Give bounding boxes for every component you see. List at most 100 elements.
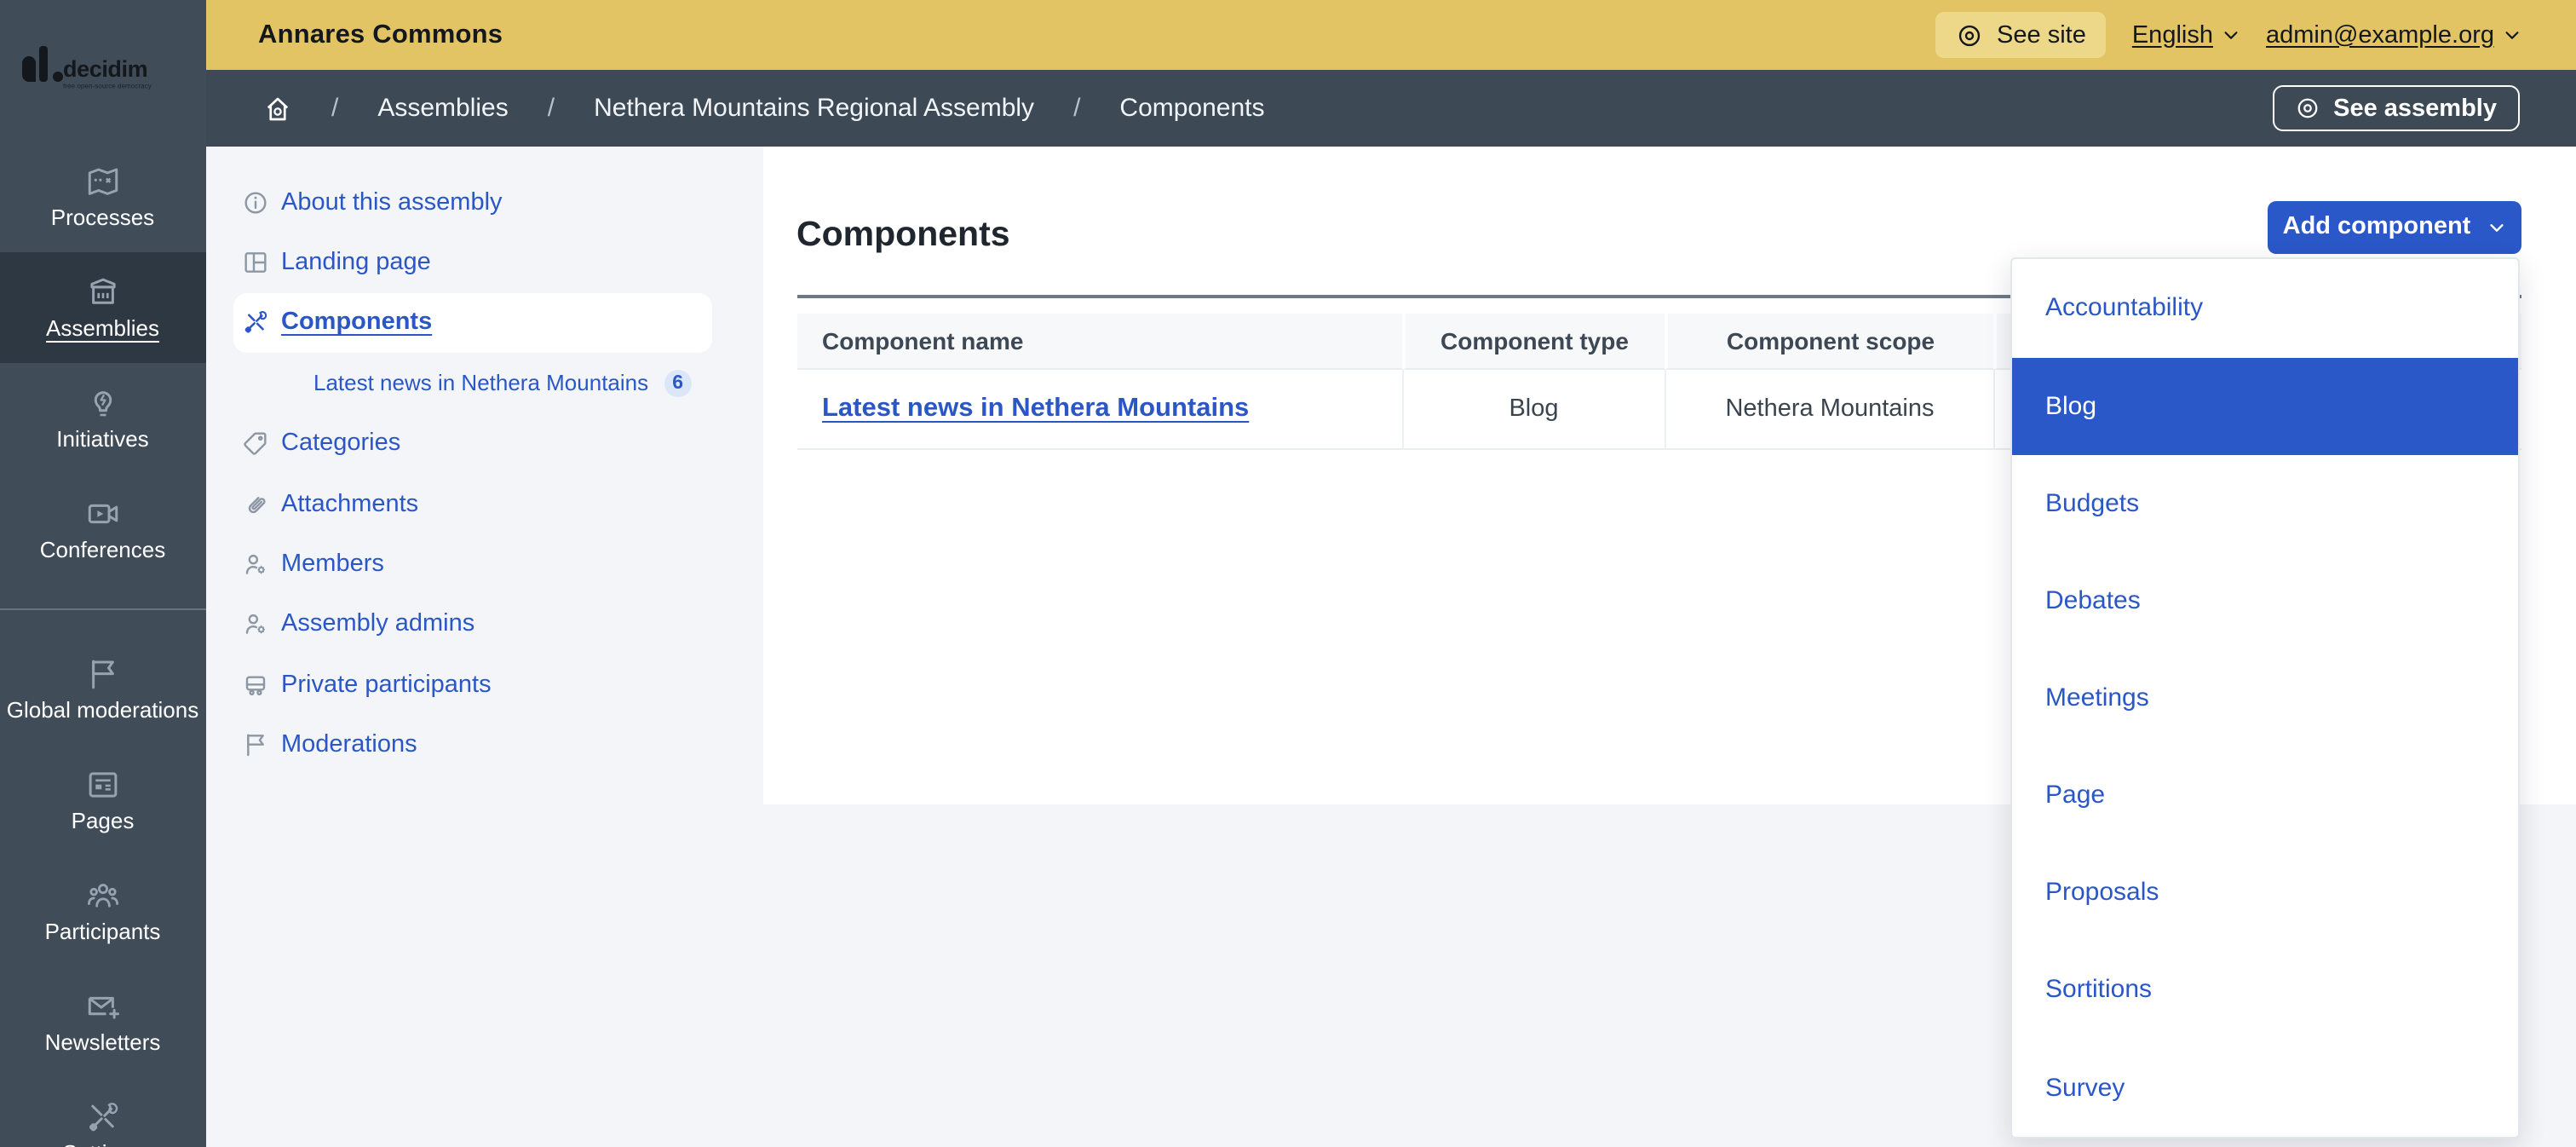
menu-option-debates[interactable]: Debates xyxy=(2012,552,2518,649)
sidebar-item-initiatives[interactable]: Initiatives xyxy=(0,363,205,474)
account-label: admin@example.org xyxy=(2266,21,2494,49)
menu-item-label: Moderations xyxy=(281,731,417,758)
menu-item-members[interactable]: Members xyxy=(233,534,712,595)
see-assembly-button[interactable]: See assembly xyxy=(2272,85,2519,131)
chevron-down-icon xyxy=(2503,26,2521,44)
sidebar-item-label: Newsletters xyxy=(42,1031,164,1055)
sidebar-item-participants[interactable]: Participants xyxy=(0,856,205,966)
menu-item-landing-page[interactable]: Landing page xyxy=(233,233,712,293)
sidebar-item-label: Assemblies xyxy=(43,317,163,341)
bus-icon xyxy=(242,671,269,699)
article-icon xyxy=(85,767,121,803)
table-row-type-cell: Blog xyxy=(1401,369,1665,449)
flag-icon xyxy=(242,731,269,758)
sidebar-item-pages[interactable]: Pages xyxy=(0,745,205,856)
menu-item-about-assembly[interactable]: About this assembly xyxy=(233,172,712,233)
table-row-scope-cell: Nethera Mountains xyxy=(1665,369,1993,449)
eye-icon xyxy=(1956,21,1983,49)
admin-sidebar: decidim free open-source democracy Proce… xyxy=(0,0,205,1147)
menu-item-label: Private participants xyxy=(281,671,492,699)
sidebar-item-settings[interactable]: Settings xyxy=(0,1077,205,1147)
menu-item-label: Landing page xyxy=(281,249,431,276)
table-row-name-cell: Latest news in Nethera Mountains xyxy=(796,369,1401,449)
see-site-button[interactable]: See site xyxy=(1935,12,2107,58)
info-icon xyxy=(242,188,269,216)
breadcrumb-item-assembly-name[interactable]: Nethera Mountains Regional Assembly xyxy=(594,94,1034,123)
sidebar-divider xyxy=(0,585,205,634)
sidebar-item-processes[interactable]: Processes xyxy=(0,141,205,252)
breadcrumb-separator: / xyxy=(548,94,555,123)
sidebar-item-label: Settings xyxy=(60,1142,147,1147)
column-header-type: Component type xyxy=(1401,314,1665,369)
count-badge: 6 xyxy=(664,370,692,397)
column-header-scope: Component scope xyxy=(1665,314,1993,369)
map-icon xyxy=(85,164,121,199)
menu-option-accountability[interactable]: Accountability xyxy=(2012,260,2518,357)
sidebar-item-assemblies[interactable]: Assemblies xyxy=(0,252,205,363)
account-menu[interactable]: admin@example.org xyxy=(2266,21,2521,49)
menu-item-label: Members xyxy=(281,550,384,578)
menu-option-proposals[interactable]: Proposals xyxy=(2012,844,2518,941)
bank-icon xyxy=(85,274,121,310)
add-component-button[interactable]: Add component xyxy=(2268,201,2521,253)
menu-item-label: Categories xyxy=(281,430,400,458)
breadcrumb-item-assemblies[interactable]: Assemblies xyxy=(377,94,508,123)
sidebar-item-newsletters[interactable]: Newsletters xyxy=(0,966,205,1077)
home-icon[interactable] xyxy=(262,93,292,124)
menu-item-assembly-admins[interactable]: Assembly admins xyxy=(233,594,712,654)
topbar-actions: See site English admin@example.org xyxy=(1935,12,2521,58)
breadcrumb-bar: / Assemblies / Nethera Mountains Regiona… xyxy=(205,70,2576,147)
breadcrumb-item-components[interactable]: Components xyxy=(1119,94,1264,123)
team-icon xyxy=(85,878,121,914)
menu-option-budgets[interactable]: Budgets xyxy=(2012,454,2518,551)
chevron-down-icon xyxy=(2222,26,2240,44)
add-component-label: Add component xyxy=(2283,214,2471,241)
menu-option-survey[interactable]: Survey xyxy=(2012,1039,2518,1136)
menu-option-blog[interactable]: Blog xyxy=(2012,357,2518,454)
breadcrumb-separator: / xyxy=(331,94,338,123)
decidim-wordmark: decidim xyxy=(63,56,147,82)
sidebar-item-label: Pages xyxy=(68,810,138,833)
sidebar-item-conferences[interactable]: Conferences xyxy=(0,474,205,585)
sidebar-item-label: Processes xyxy=(48,206,158,230)
menu-item-components[interactable]: Components xyxy=(233,293,712,354)
site-name: Annares Commons xyxy=(258,20,503,50)
decidim-admin-app: decidim free open-source democracy Proce… xyxy=(0,0,2576,1147)
layout-grid-icon xyxy=(242,249,269,276)
admin-topbar: Annares Commons See site English admin@e… xyxy=(205,0,2576,70)
component-link[interactable]: Latest news in Nethera Mountains xyxy=(822,393,1249,424)
menu-item-private-participants[interactable]: Private participants xyxy=(233,654,712,715)
add-component-menu: Accountability Blog Budgets Debates Meet… xyxy=(2010,258,2520,1138)
breadcrumb: / Assemblies / Nethera Mountains Regiona… xyxy=(262,93,1265,124)
decidim-logo[interactable]: decidim free open-source democracy xyxy=(22,44,210,82)
decidim-tagline: free open-source democracy xyxy=(63,84,152,90)
video-camera-icon xyxy=(85,496,121,532)
sidebar-item-label: Participants xyxy=(42,920,164,944)
menu-item-label: Latest news in Nethera Mountains xyxy=(313,371,648,396)
user-settings-icon xyxy=(242,550,269,578)
menu-option-sortitions[interactable]: Sortitions xyxy=(2012,942,2518,1039)
language-label: English xyxy=(2132,21,2213,49)
tools-icon xyxy=(242,309,269,337)
menu-item-categories[interactable]: Categories xyxy=(233,413,712,474)
menu-item-label: Components xyxy=(281,309,432,337)
language-selector[interactable]: English xyxy=(2132,21,2240,49)
menu-item-moderations[interactable]: Moderations xyxy=(233,715,712,775)
lightbulb-flash-icon xyxy=(85,385,121,421)
menu-option-meetings[interactable]: Meetings xyxy=(2012,649,2518,746)
see-site-label: See site xyxy=(1997,21,2086,49)
menu-item-label: Assembly admins xyxy=(281,611,474,638)
menu-option-page[interactable]: Page xyxy=(2012,746,2518,844)
mail-add-icon xyxy=(85,988,121,1024)
see-assembly-label: See assembly xyxy=(2333,95,2497,122)
assembly-menu: About this assembly Landing page Compone… xyxy=(233,172,712,775)
menu-item-attachments[interactable]: Attachments xyxy=(233,474,712,534)
eye-icon xyxy=(2294,95,2320,121)
breadcrumb-separator: / xyxy=(1073,94,1080,123)
menu-item-latest-news-component[interactable]: Latest news in Nethera Mountains 6 xyxy=(233,353,712,413)
sidebar-item-label: Initiatives xyxy=(53,428,152,452)
menu-item-label: About this assembly xyxy=(281,188,503,216)
sidebar-item-global-moderations[interactable]: Global moderations xyxy=(0,634,205,745)
sidebar-item-label: Global moderations xyxy=(3,699,202,723)
price-tag-icon xyxy=(242,430,269,458)
